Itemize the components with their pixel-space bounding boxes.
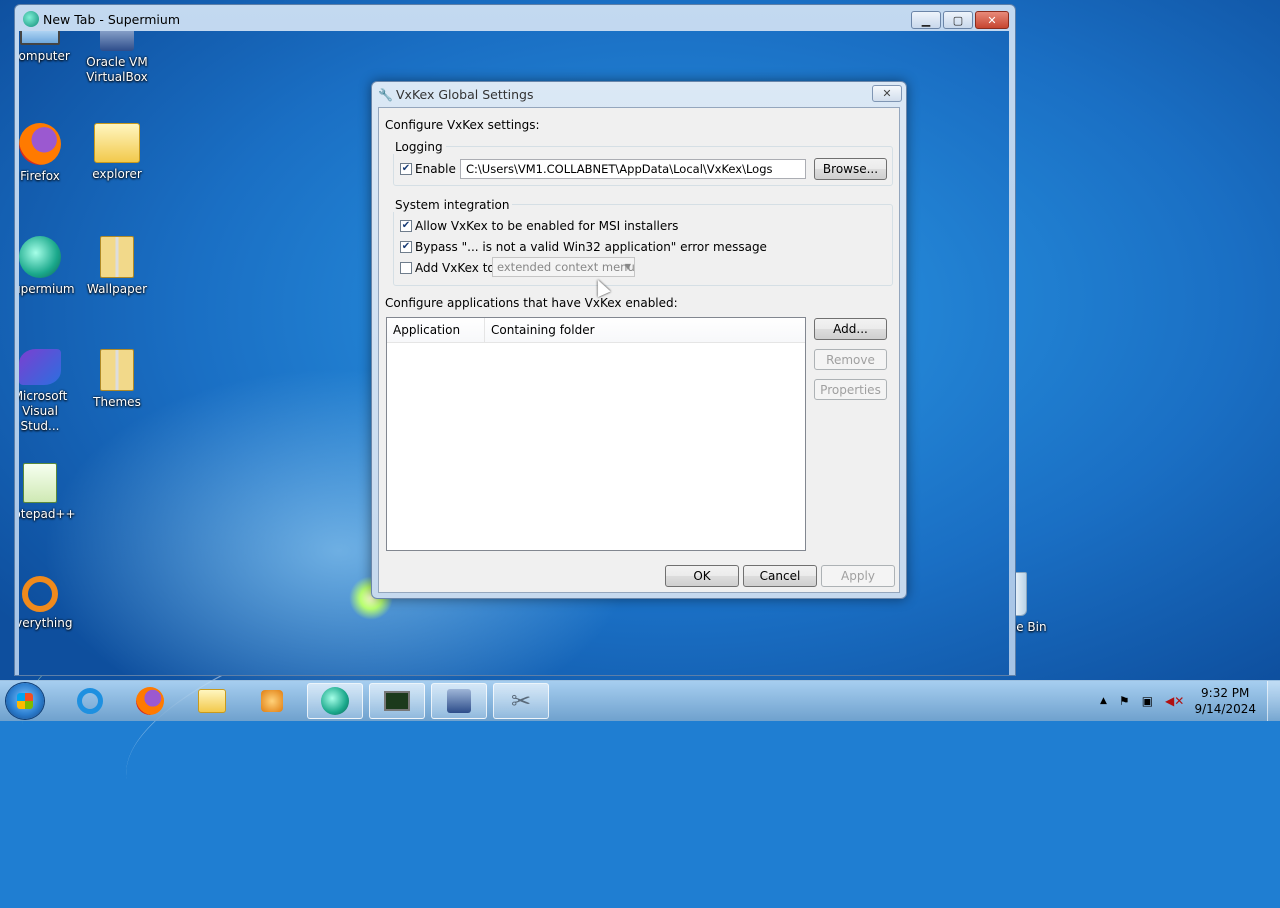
explorer-icon — [198, 689, 226, 713]
msi-installers-label: Allow VxKex to be enabled for MSI instal… — [415, 219, 679, 233]
remove-app-button[interactable]: Remove — [814, 349, 887, 370]
ok-button[interactable]: OK — [665, 565, 739, 587]
taskbar-terminal[interactable] — [369, 683, 425, 719]
clock[interactable]: 9:32 PM 9/14/2024 — [1194, 685, 1256, 717]
supermium-icon — [23, 11, 39, 27]
column-header-application[interactable]: Application — [387, 318, 485, 342]
show-desktop-button[interactable] — [1267, 681, 1280, 721]
desktop-icon-label: Microsoft Visual Stud... — [19, 389, 68, 433]
desktop-icon-supermium[interactable]: Supermium — [19, 236, 79, 297]
properties-button[interactable]: Properties — [814, 379, 887, 400]
desktop-icon-notepad-plus-plus[interactable]: Notepad++ — [19, 463, 79, 522]
desktop-icon-visual-studio[interactable]: Microsoft Visual Stud... — [19, 349, 79, 434]
desktop-icon-everything[interactable]: Everything — [19, 576, 79, 631]
volume-muted-icon[interactable]: ◀✕ — [1165, 694, 1184, 708]
add-vxkex-checkbox[interactable] — [400, 262, 412, 274]
desktop-icon-label: Supermium — [19, 282, 75, 296]
context-menu-dropdown[interactable]: extended context menu ▼ — [492, 257, 635, 277]
desktop-icon-firefox[interactable]: Firefox — [19, 123, 79, 184]
desktop-icon-computer[interactable]: Computer — [19, 31, 79, 64]
window-title: New Tab - Supermium — [43, 12, 181, 27]
zip-folder-icon — [100, 236, 134, 278]
folder-icon — [94, 123, 140, 163]
media-player-icon — [261, 690, 283, 712]
taskbar-media-player[interactable] — [244, 683, 300, 719]
notepad-plus-plus-icon — [23, 463, 57, 503]
list-header: Application Containing folder — [387, 318, 805, 343]
network-icon[interactable]: ▣ — [1142, 694, 1153, 708]
bypass-error-label: Bypass "... is not a valid Win32 applica… — [415, 240, 767, 254]
taskbar-ie[interactable] — [62, 683, 118, 719]
system-integration-group-label: System integration — [392, 198, 513, 212]
virtualbox-icon — [100, 31, 134, 51]
supermium-icon — [19, 236, 61, 278]
desktop-icon-label: Everything — [19, 616, 73, 630]
desktop-icon-label: explorer — [92, 167, 142, 181]
desktop-icon-themes[interactable]: Themes — [78, 349, 156, 410]
desktop-icon-label: Computer — [19, 49, 70, 63]
desktop-icon-wallpaper[interactable]: Wallpaper — [78, 236, 156, 297]
cancel-button[interactable]: Cancel — [743, 565, 817, 587]
desktop-icon-label: Notepad++ — [19, 507, 76, 521]
vxkex-settings-dialog[interactable]: 🔧 VxKex Global Settings ✕ Configure VxKe… — [371, 81, 907, 599]
action-center-flag-icon[interactable]: ⚑ — [1119, 694, 1130, 708]
column-header-containing-folder[interactable]: Containing folder — [485, 318, 805, 342]
clock-time: 9:32 PM — [1201, 686, 1250, 700]
tools-icon: ✂ — [510, 687, 532, 715]
desktop-icon-virtualbox[interactable]: Oracle VM VirtualBox — [78, 31, 156, 85]
taskbar: ✂ ▲ ⚑ ▣ ◀✕ 9:32 PM 9/14/2024 — [0, 680, 1280, 721]
apps-label: Configure applications that have VxKex e… — [385, 296, 678, 310]
logging-enable-checkbox[interactable]: ✔ — [400, 163, 412, 175]
start-button[interactable] — [6, 683, 44, 719]
taskbar-tools[interactable]: ✂ — [493, 683, 549, 719]
terminal-icon — [384, 691, 410, 711]
supermium-icon — [321, 687, 349, 715]
dialog-close-button[interactable]: ✕ — [872, 85, 902, 102]
maximize-button[interactable]: ▢ — [943, 11, 973, 29]
log-path-field[interactable]: C:\Users\VM1.COLLABNET\AppData\Local\VxK… — [460, 159, 806, 179]
desktop-icon-label: Oracle VM VirtualBox — [86, 55, 148, 84]
msi-installers-checkbox[interactable]: ✔ — [400, 220, 412, 232]
add-app-button[interactable]: Add... — [814, 318, 887, 340]
taskbar-virtualbox[interactable] — [431, 683, 487, 719]
close-button[interactable]: ✕ — [975, 11, 1009, 29]
bypass-error-checkbox[interactable]: ✔ — [400, 241, 412, 253]
clock-date: 9/14/2024 — [1194, 702, 1256, 716]
desktop-icon-label: Wallpaper — [86, 282, 148, 296]
computer-icon — [20, 31, 60, 45]
apply-button[interactable]: Apply — [821, 565, 895, 587]
chevron-down-icon: ▼ — [624, 262, 631, 271]
dialog-title: VxKex Global Settings — [396, 87, 534, 102]
wrench-icon: 🔧 — [378, 88, 393, 102]
desktop-icon-label: Themes — [93, 395, 141, 409]
desktop-icon-explorer[interactable]: explorer — [78, 123, 156, 182]
taskbar-supermium[interactable] — [307, 683, 363, 719]
ie-icon — [77, 688, 103, 714]
applications-list[interactable]: Application Containing folder — [386, 317, 806, 551]
minimize-button[interactable]: ▁ — [911, 11, 941, 29]
browse-button[interactable]: Browse... — [814, 158, 887, 180]
taskbar-explorer[interactable] — [184, 683, 240, 719]
logging-group-label: Logging — [392, 140, 446, 154]
intro-label: Configure VxKex settings: — [385, 118, 540, 132]
virtualbox-icon — [447, 689, 471, 713]
zip-folder-icon — [100, 349, 134, 391]
show-hidden-icons-icon[interactable]: ▲ — [1100, 696, 1107, 706]
taskbar-firefox[interactable] — [122, 683, 178, 719]
system-tray: ▲ ⚑ ▣ ◀✕ — [1100, 681, 1184, 721]
logging-enable-label: Enable — [415, 162, 456, 176]
visual-studio-icon — [19, 349, 61, 385]
desktop-icon-label: Firefox — [20, 169, 60, 183]
firefox-icon — [19, 123, 61, 165]
everything-icon — [22, 576, 58, 612]
dialog-body: Configure VxKex settings: Logging ✔ Enab… — [378, 107, 900, 593]
add-vxkex-label: Add VxKex to: — [415, 261, 499, 275]
windows-logo-icon — [17, 693, 33, 709]
firefox-icon — [136, 687, 164, 715]
context-menu-value: extended context menu — [497, 260, 635, 274]
